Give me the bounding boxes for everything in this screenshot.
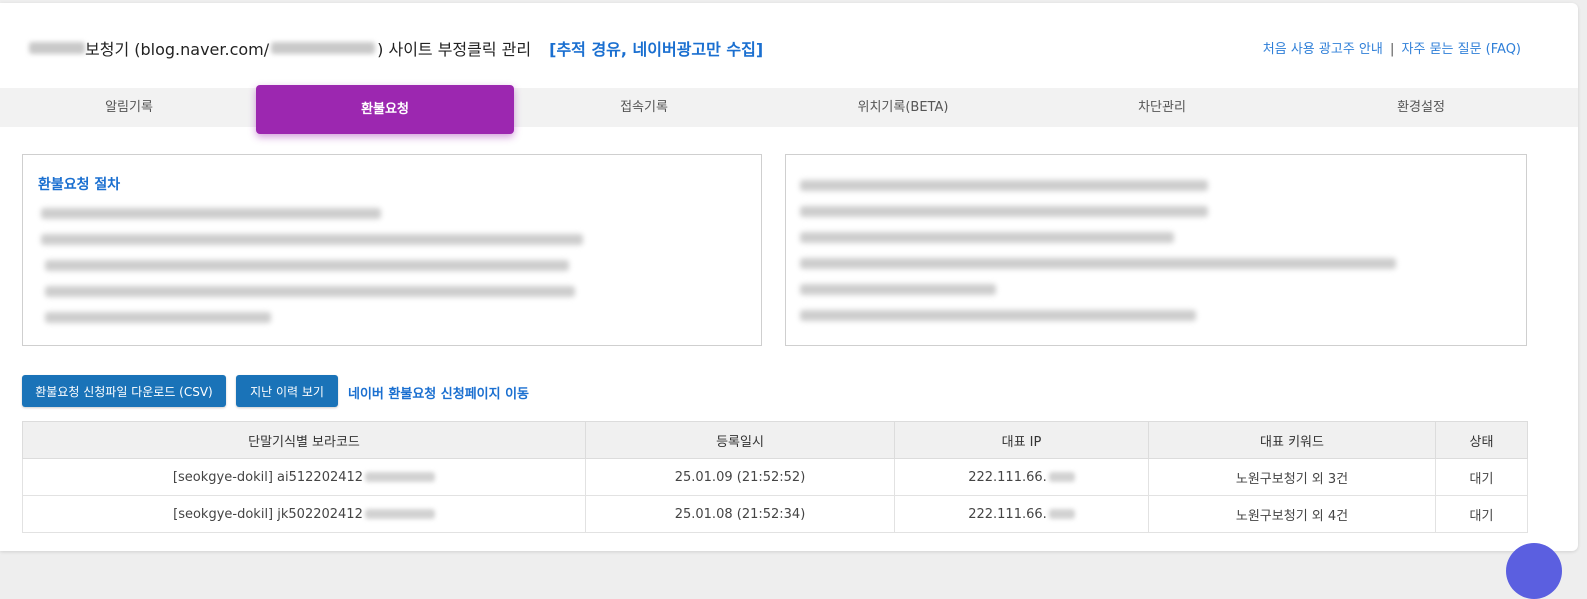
col-registered-at: 등록일시 (585, 421, 895, 459)
notice-box (785, 154, 1527, 346)
main-card: 보청기 (blog.naver.com/ ) 사이트 부정클릭 관리 [추적 경… (0, 3, 1578, 551)
blurred-text-line (800, 232, 1174, 243)
blurred-text-line (800, 310, 1196, 321)
blurred-text-line (41, 208, 381, 219)
title-end: ) 사이트 부정클릭 관리 (377, 40, 532, 59)
refund-procedure-box: 환불요청 절차 (22, 154, 762, 346)
page-title: 보청기 (blog.naver.com/ ) 사이트 부정클릭 관리 [추적 경… (29, 36, 763, 60)
cell-registered-at: 25.01.08 (21:52:34) (585, 495, 895, 533)
cell-keyword: 노원구보청기 외 4건 (1148, 495, 1436, 533)
tab-location-log[interactable]: 위치기록(BETA) (774, 88, 1032, 127)
tab-refund[interactable]: 환불요청 (256, 85, 514, 134)
tab-bar: 알림기록 환불요청 접속기록 위치기록(BETA) 차단관리 환경설정 (0, 85, 1578, 134)
download-csv-button[interactable]: 환불요청 신청파일 다운로드 (CSV) (22, 375, 226, 407)
tab-access-log[interactable]: 접속기록 (515, 88, 773, 127)
help-links: 처음 사용 광고주 안내 | 자주 묻는 질문 (FAQ) (1263, 38, 1521, 57)
device-code-text: [seokgye-dokil] jk502202412 (173, 506, 363, 522)
blurred-text-line (45, 312, 271, 323)
blurred-brand (29, 42, 85, 54)
cell-ip: 222.111.66. (894, 458, 1149, 496)
tab-settings[interactable]: 환경설정 (1292, 88, 1550, 127)
chat-widget-button[interactable] (1506, 543, 1562, 599)
blurred-text-line (45, 286, 575, 297)
title-main: 보청기 (blog.naver.com/ (85, 40, 270, 59)
blurred-text-line (800, 206, 1208, 217)
cell-status: 대기 (1435, 495, 1528, 533)
help-separator: | (1389, 42, 1395, 57)
blurred-ip-suffix (1048, 509, 1075, 519)
blurred-code-suffix (364, 509, 435, 519)
col-status: 상태 (1435, 421, 1528, 459)
cell-device-code: [seokgye-dokil] jk502202412 (22, 495, 586, 533)
blurred-blog-id (271, 42, 376, 54)
blurred-text-line (800, 258, 1396, 269)
table-header-row: 단말기식별 보라코드 등록일시 대표 IP 대표 키워드 상태 (22, 421, 1528, 459)
blurred-text-line (800, 180, 1208, 191)
title-tag: [추적 경유, 네이버광고만 수집] (549, 40, 764, 59)
cell-ip: 222.111.66. (894, 495, 1149, 533)
table-row[interactable]: [seokgye-dokil] jk502202412 25.01.08 (21… (22, 495, 1528, 533)
view-history-button[interactable]: 지난 이력 보기 (236, 375, 338, 407)
ip-text: 222.111.66. (968, 469, 1047, 485)
blurred-text-line (800, 284, 996, 295)
col-device-code: 단말기식별 보라코드 (22, 421, 586, 459)
tab-block-management[interactable]: 차단관리 (1033, 88, 1291, 127)
blurred-text-line (45, 260, 569, 271)
ip-text: 222.111.66. (968, 506, 1047, 522)
col-representative-keyword: 대표 키워드 (1148, 421, 1436, 459)
table-row[interactable]: [seokgye-dokil] ai512202412 25.01.09 (21… (22, 458, 1528, 496)
refund-table: 단말기식별 보라코드 등록일시 대표 IP 대표 키워드 상태 [seokgye… (22, 421, 1528, 533)
cell-device-code: [seokgye-dokil] ai512202412 (22, 458, 586, 496)
blurred-code-suffix (365, 472, 436, 482)
refund-procedure-title: 환불요청 절차 (38, 177, 121, 193)
cell-keyword: 노원구보청기 외 3건 (1148, 458, 1436, 496)
faq-link[interactable]: 자주 묻는 질문 (FAQ) (1402, 42, 1521, 57)
blurred-text-line (41, 234, 583, 245)
naver-refund-page-link[interactable]: 네이버 환불요청 신청페이지 이동 (348, 383, 529, 402)
tab-alerts[interactable]: 알림기록 (0, 88, 258, 127)
device-code-text: [seokgye-dokil] ai512202412 (172, 469, 364, 485)
first-time-guide-link[interactable]: 처음 사용 광고주 안내 (1263, 42, 1383, 57)
cell-registered-at: 25.01.09 (21:52:52) (585, 458, 895, 496)
cell-status: 대기 (1435, 458, 1528, 496)
col-representative-ip: 대표 IP (894, 421, 1149, 459)
blurred-ip-suffix (1048, 472, 1075, 482)
